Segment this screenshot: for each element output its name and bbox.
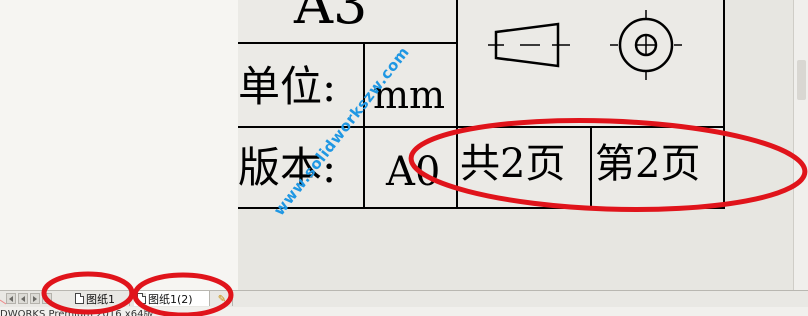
current-page-text: 第2页 — [595, 141, 701, 187]
total-pages-text: 共2页 — [460, 141, 566, 187]
first-sheet-button[interactable] — [6, 293, 16, 304]
tb-line-h2 — [238, 126, 725, 128]
sheet-size-text: A3 — [294, 0, 368, 36]
vertical-scrollbar[interactable] — [793, 0, 808, 290]
tb-line-v1 — [363, 42, 365, 209]
tab-sheet-1-2[interactable]: 图纸1(2) — [134, 291, 210, 306]
sheet-icon — [75, 293, 84, 304]
unit-label: 单位: — [238, 62, 337, 111]
tab-label: 图纸1 — [86, 292, 115, 306]
projection-symbol-icon — [488, 10, 682, 80]
tb-line-v3 — [590, 126, 592, 209]
last-sheet-button[interactable] — [42, 293, 52, 304]
sheet-icon — [137, 293, 146, 304]
status-text: DWORKS Premium 2016 x64版 — [0, 309, 154, 316]
tb-line-h3 — [238, 207, 725, 209]
tb-line-v4 — [723, 0, 725, 209]
tab-label: 图纸1(2) — [148, 292, 193, 306]
status-bar: DWORKS Premium 2016 x64版 — [0, 307, 808, 316]
sheet-tab-bar: 图纸1 图纸1(2) ✎ — [0, 290, 808, 307]
tb-line-v2 — [456, 0, 458, 209]
scroll-thumb[interactable] — [797, 60, 806, 100]
tab-sheet-1[interactable]: 图纸1 — [72, 291, 130, 306]
version-value: A0 — [386, 149, 441, 195]
next-sheet-button[interactable] — [30, 293, 40, 304]
tb-line-h1 — [238, 42, 457, 44]
left-pane — [0, 0, 239, 290]
add-sheet-icon[interactable]: ✎ — [212, 292, 233, 306]
prev-sheet-button[interactable] — [18, 293, 28, 304]
